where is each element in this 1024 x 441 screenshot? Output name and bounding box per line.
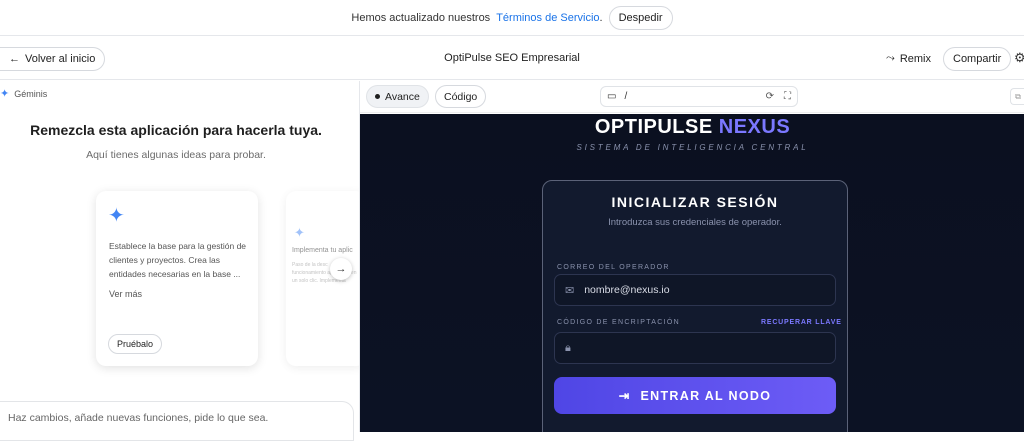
remix-subheading: Aquí tienes algunas ideas para probar. [86,149,266,161]
carousel-next-button[interactable]: → [330,258,352,280]
brand-suffix: NEXUS [718,116,791,138]
email-label: CORREO DEL OPERADOR [557,264,670,271]
dismiss-button[interactable]: Despedir [608,5,673,30]
arrow-right-icon: → [335,263,347,275]
enter-node-button[interactable]: ⇥ ENTRAR AL NODO [554,377,836,414]
chat-panel: ✦ Géminis Remezcla esta aplicación para … [0,81,366,441]
app-preview: OPTIPULSE NEXUS SISTEMA DE INTELIGENCIA … [360,114,1024,432]
tab-preview[interactable]: Avance [366,85,429,108]
recover-key-link[interactable]: RECUPERAR LLAVE [761,319,842,326]
remix-icon: ⤳ [886,52,895,64]
sparkle-icon: ✦ [294,225,305,240]
remix-label: Remix [899,52,931,65]
device-icon[interactable]: ▭ [607,91,616,102]
refresh-icon[interactable]: ⟳ [766,91,774,102]
login-card: INICIALIZAR SESIÓN Introduzca sus creden… [542,180,848,432]
remix-button[interactable]: ⤳ Remix [886,52,931,65]
brand-name: OPTIPULSE [594,116,713,138]
try-it-button[interactable]: Pruébalo [108,334,163,354]
terms-banner: Hemos actualizado nuestros Términos de S… [0,0,1024,36]
gear-icon[interactable]: ⚙ [1014,50,1024,66]
active-dot-icon [375,94,380,99]
address-bar[interactable]: ▭ / ⟳ ⛶ [600,86,798,107]
idea-card-description: Establece la base para la gestión de cli… [109,241,247,279]
preview-panel: Avance Código ▭ / ⟳ ⛶ ⧉ OPTIPULSE NEXUS … [359,81,1024,432]
see-more-link[interactable]: Ver más [109,289,142,299]
encryption-code-field[interactable]: 🔒︎ [554,332,836,364]
fullscreen-icon[interactable]: ⛶ [784,91,791,102]
lock-icon: 🔒︎ [565,341,571,354]
idea-card-next[interactable]: ✦ Implementa tu aplic Paso de la desc fu… [286,191,366,366]
gemini-label: ✦ Géminis [0,87,47,100]
top-bar: ← Volver al inicio OptiPulse SEO Empresa… [0,37,1024,80]
sparkle-icon: ✦ [0,88,10,100]
email-placeholder: nombre@nexus.io [584,284,670,296]
panel-toggle-icon[interactable]: ⧉ [1010,88,1024,105]
tab-code[interactable]: Código [435,85,487,108]
gemini-text: Géminis [14,88,48,99]
code-label: CÓDIGO DE ENCRIPTACIÓN [557,319,680,326]
login-title: INICIALIZAR SESIÓN [611,194,779,210]
banner-period: . [599,11,603,24]
idea-card-next-title: Implementa tu aplic [292,247,353,254]
brand-logo: OPTIPULSE NEXUS [360,116,1024,139]
email-field[interactable]: ✉ nombre@nexus.io [554,274,836,306]
login-icon: ⇥ [618,389,631,403]
prompt-input[interactable]: Haz cambios, añade nuevas funciones, pid… [0,401,354,441]
tab-preview-label: Avance [385,90,420,103]
idea-card-next-body: Paso de la desc funcionamiento aplicació… [292,262,357,284]
sparkle-icon: ✦ [108,205,125,227]
mail-icon: ✉ [565,284,575,297]
brand-tagline: SISTEMA DE INTELIGENCIA CENTRAL [576,143,809,152]
login-subtitle: Introduzca sus credenciales de operador. [608,217,782,228]
enter-node-label: ENTRAR AL NODO [640,388,772,403]
tab-code-label: Código [444,90,478,103]
remix-heading: Remezcla esta aplicación para hacerla tu… [30,122,322,138]
idea-card[interactable]: ✦ Establece la base para la gestión de c… [96,191,258,366]
preview-toolbar: Avance Código ▭ / ⟳ ⛶ ⧉ [360,81,1024,113]
terms-link[interactable]: Términos de Servicio [496,12,599,24]
app-title: OptiPulse SEO Empresarial [444,52,580,64]
share-button[interactable]: Compartir [943,47,1012,71]
banner-text: Hemos actualizado nuestros [351,11,491,24]
address-path: / [624,91,628,102]
